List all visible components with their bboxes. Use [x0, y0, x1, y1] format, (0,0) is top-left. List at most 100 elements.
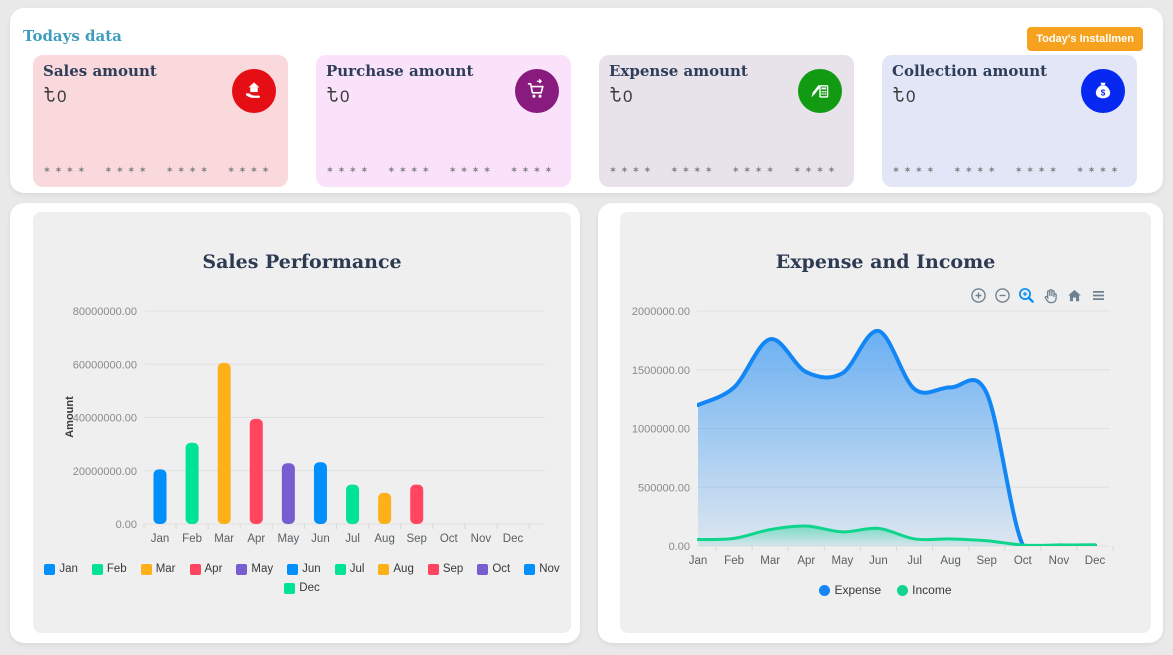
money-bag-icon: $ — [1081, 69, 1125, 113]
svg-text:Dec: Dec — [1085, 555, 1106, 567]
zoom-in-icon[interactable] — [970, 287, 987, 304]
todays-installment-button[interactable]: Today's Installmen — [1027, 27, 1143, 51]
card-value: 0 — [44, 86, 66, 107]
expense-invoice-icon — [798, 69, 842, 113]
card-amount: 0 — [57, 87, 66, 107]
selection-zoom-icon[interactable] — [1018, 287, 1035, 304]
legend-item-oct[interactable]: Oct — [477, 563, 510, 575]
legend-item-sep[interactable]: Sep — [428, 563, 463, 575]
taka-symbol — [44, 86, 55, 102]
card-amount: 0 — [623, 87, 632, 107]
expense-income-legend: Expense Income — [620, 583, 1151, 597]
sales-performance-panel: Sales Performance 80000000.0060000000.00… — [10, 203, 580, 643]
legend-label: May — [251, 563, 273, 575]
legend-swatch — [287, 564, 298, 575]
legend-swatch — [190, 564, 201, 575]
svg-text:Nov: Nov — [471, 533, 492, 545]
pan-icon[interactable] — [1042, 287, 1059, 304]
card-amount: 0 — [340, 87, 349, 107]
masked-digits: ✶✶✶✶ ✶✶✶✶ ✶✶✶✶ ✶✶✶✶ — [892, 165, 1122, 176]
masked-digits: ✶✶✶✶ ✶✶✶✶ ✶✶✶✶ ✶✶✶✶ — [326, 165, 556, 176]
legend-label: Jul — [350, 563, 365, 575]
legend-label: Expense — [834, 583, 881, 597]
legend-label: Jan — [59, 563, 78, 575]
legend-swatch — [378, 564, 389, 575]
legend-item-may[interactable]: May — [236, 563, 273, 575]
dashboard-page: Todays data Today's Installmen Sales amo… — [0, 0, 1173, 655]
legend-item-income[interactable]: Income — [897, 583, 951, 597]
legend-dot — [819, 585, 830, 596]
svg-text:0.00: 0.00 — [116, 519, 137, 531]
svg-text:40000000.00: 40000000.00 — [73, 413, 137, 425]
svg-text:2000000.00: 2000000.00 — [632, 306, 690, 318]
legend-label: Dec — [299, 582, 319, 594]
svg-text:Jul: Jul — [907, 555, 922, 567]
svg-text:$: $ — [1101, 88, 1106, 97]
currency-symbol — [44, 86, 55, 107]
svg-text:Feb: Feb — [182, 533, 202, 545]
legend-label: Sep — [443, 563, 463, 575]
svg-text:Jun: Jun — [311, 533, 330, 545]
reset-zoom-icon[interactable] — [1066, 287, 1083, 304]
shopping-cart-icon — [515, 69, 559, 113]
masked-digits: ✶✶✶✶ ✶✶✶✶ ✶✶✶✶ ✶✶✶✶ — [609, 165, 839, 176]
legend-item-jan[interactable]: Jan — [44, 563, 78, 575]
expense-income-title: Expense and Income — [620, 251, 1151, 273]
card-value: 0 — [893, 86, 915, 107]
summary-card-expense-amount: Expense amount 0 ✶✶✶✶ ✶✶✶✶ ✶✶✶✶ ✶✶✶✶ — [599, 55, 854, 187]
legend-label: Nov — [539, 563, 559, 575]
summary-cards: Sales amount 0 ✶✶✶✶ ✶✶✶✶ ✶✶✶✶ ✶✶✶✶Purcha… — [33, 55, 1137, 187]
svg-text:Aug: Aug — [374, 533, 394, 545]
svg-text:Oct: Oct — [440, 533, 459, 545]
summary-card-purchase-amount: Purchase amount 0 ✶✶✶✶ ✶✶✶✶ ✶✶✶✶ ✶✶✶✶ — [316, 55, 571, 187]
card-value: 0 — [610, 86, 632, 107]
svg-text:Feb: Feb — [724, 555, 744, 567]
legend-item-apr[interactable]: Apr — [190, 563, 223, 575]
svg-text:May: May — [831, 555, 853, 567]
svg-text:May: May — [277, 533, 299, 545]
sales-performance-legend: Jan Feb Mar Apr May Jun Jul Aug Sep Oct Nov Dec — [33, 563, 571, 601]
legend-label: Jun — [302, 563, 321, 575]
zoom-out-icon[interactable] — [994, 287, 1011, 304]
legend-swatch — [524, 564, 535, 575]
svg-text:Aug: Aug — [940, 555, 960, 567]
legend-item-mar[interactable]: Mar — [141, 563, 176, 575]
svg-text:Jan: Jan — [689, 555, 708, 567]
legend-item-jun[interactable]: Jun — [287, 563, 321, 575]
legend-label: Income — [912, 583, 951, 597]
svg-text:Jul: Jul — [345, 533, 360, 545]
legend-item-aug[interactable]: Aug — [378, 563, 413, 575]
legend-item-expense[interactable]: Expense — [819, 583, 881, 597]
legend-swatch — [284, 583, 295, 594]
svg-text:1500000.00: 1500000.00 — [632, 365, 690, 377]
taka-symbol — [610, 86, 621, 102]
svg-text:Dec: Dec — [503, 533, 524, 545]
svg-text:Jan: Jan — [151, 533, 170, 545]
legend-item-dec[interactable]: Dec — [284, 582, 319, 594]
taka-symbol — [893, 86, 904, 102]
expense-income-panel: Expense and Income 2000000.001500000.001… — [598, 203, 1163, 643]
hand-holding-house-icon — [232, 69, 276, 113]
card-amount: 0 — [906, 87, 915, 107]
legend-item-nov[interactable]: Nov — [524, 563, 559, 575]
svg-text:Mar: Mar — [214, 533, 234, 545]
svg-text:Sep: Sep — [406, 533, 426, 545]
legend-label: Oct — [492, 563, 510, 575]
card-value: 0 — [327, 86, 349, 107]
legend-item-jul[interactable]: Jul — [335, 563, 365, 575]
svg-text:20000000.00: 20000000.00 — [73, 466, 137, 478]
legend-label: Feb — [107, 563, 127, 575]
legend-swatch — [141, 564, 152, 575]
menu-icon[interactable] — [1090, 287, 1107, 304]
svg-text:Apr: Apr — [247, 533, 265, 545]
currency-symbol — [610, 86, 621, 107]
svg-text:Apr: Apr — [797, 555, 815, 567]
card-title: Expense amount — [609, 62, 748, 80]
legend-label: Mar — [156, 563, 176, 575]
todays-data-heading: Todays data — [23, 27, 122, 45]
svg-text:500000.00: 500000.00 — [638, 482, 690, 494]
card-title: Purchase amount — [326, 62, 473, 80]
legend-swatch — [44, 564, 55, 575]
legend-item-feb[interactable]: Feb — [92, 563, 127, 575]
legend-swatch — [335, 564, 346, 575]
